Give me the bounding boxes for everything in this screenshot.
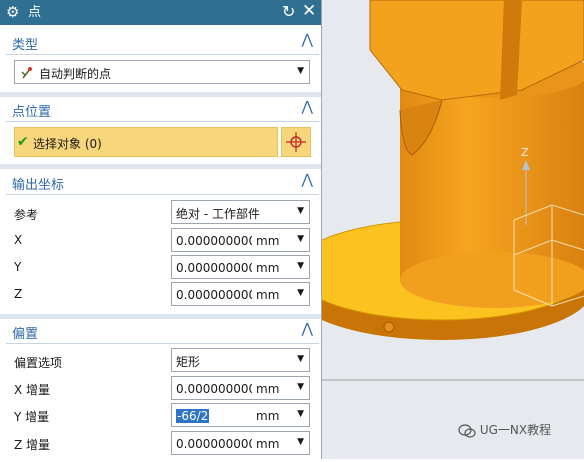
chevron-down-icon: ▼ xyxy=(297,206,304,216)
part-model: Z xyxy=(291,0,584,381)
chevron-down-icon: ▼ xyxy=(297,66,304,76)
chevron-up-icon[interactable]: ⋀ xyxy=(302,99,313,115)
reference-label: 参考 xyxy=(14,208,39,222)
type-section-header[interactable]: 类型 ⋀ xyxy=(6,30,319,54)
reference-select-value: 绝对 - 工作部件 xyxy=(176,207,260,221)
unit-label: mm xyxy=(256,261,280,275)
select-object-label: 选择对象 (0) xyxy=(33,137,102,151)
chevron-down-icon[interactable]: ▼ xyxy=(297,382,304,392)
chevron-down-icon[interactable]: ▼ xyxy=(297,288,304,298)
offset-option-select[interactable]: 矩形 ▼ xyxy=(171,348,310,372)
checkmark-icon: ✔ xyxy=(17,134,29,150)
z-axis-label: Z xyxy=(521,146,529,159)
chevron-up-icon[interactable]: ⋀ xyxy=(302,172,313,188)
x-increment-label: X 增量 xyxy=(14,383,51,397)
unit-label: mm xyxy=(256,234,280,248)
point-dialog: ⚙ 点 ↻ ✕ 类型 ⋀ 自动判断的点 ▼ 点位置 ⋀ ✔ 选择对象 (0) 输… xyxy=(0,0,322,459)
y-value: 0.0000000000 xyxy=(176,261,252,275)
inferred-point-icon xyxy=(21,67,32,79)
y-label: Y xyxy=(14,260,22,274)
chevron-up-icon[interactable]: ⋀ xyxy=(302,321,313,337)
dialog-titlebar: ⚙ 点 ↻ ✕ xyxy=(0,0,321,25)
chevron-down-icon[interactable]: ▼ xyxy=(297,234,304,244)
x-increment-value: 0.0000000000 xyxy=(176,382,252,396)
cylinder-bottom xyxy=(400,252,584,308)
y-increment-field[interactable]: -66/2 mm ▼ xyxy=(171,403,310,427)
offset-option-value: 矩形 xyxy=(176,355,201,369)
unit-label: mm xyxy=(256,288,280,302)
point-location-label: 点位置 xyxy=(12,105,52,120)
x-label: X xyxy=(14,233,23,247)
chevron-down-icon: ▼ xyxy=(297,354,304,364)
x-value: 0.0000000000 xyxy=(176,234,252,248)
reset-icon[interactable]: ↻ xyxy=(282,2,295,22)
y-increment-value: -66/2 xyxy=(176,409,210,423)
chevron-down-icon[interactable]: ▼ xyxy=(297,437,304,447)
point-location-header[interactable]: 点位置 ⋀ xyxy=(6,97,319,121)
x-field[interactable]: 0.0000000000 mm ▼ xyxy=(171,228,310,252)
point-marker xyxy=(383,321,395,333)
offset-header[interactable]: 偏置 ⋀ xyxy=(6,319,319,343)
watermark: UG一NX教程 xyxy=(458,421,551,438)
y-increment-label: Y 增量 xyxy=(14,410,50,424)
z-increment-field[interactable]: 0.0000000000 mm ▼ xyxy=(171,431,310,455)
section-separator xyxy=(0,164,321,169)
wechat-icon xyxy=(458,423,476,438)
chevron-down-icon[interactable]: ▼ xyxy=(297,409,304,419)
reference-select[interactable]: 绝对 - 工作部件 ▼ xyxy=(171,200,310,224)
chevron-down-icon[interactable]: ▼ xyxy=(297,261,304,271)
y-field[interactable]: 0.0000000000 mm ▼ xyxy=(171,255,310,279)
type-select-value: 自动判断的点 xyxy=(39,67,112,81)
output-coords-label: 输出坐标 xyxy=(12,178,65,193)
unit-label: mm xyxy=(256,409,280,423)
z-field[interactable]: 0.0000000000 mm ▼ xyxy=(171,282,310,306)
output-coords-header[interactable]: 输出坐标 ⋀ xyxy=(6,170,319,194)
cylinder-body xyxy=(400,70,584,280)
crosshair-icon xyxy=(286,132,306,152)
divider xyxy=(6,121,319,122)
offset-label: 偏置 xyxy=(12,327,39,342)
divider xyxy=(6,54,319,55)
z-increment-label: Z 增量 xyxy=(14,438,51,452)
watermark-text: UG一NX教程 xyxy=(479,423,552,437)
x-increment-field[interactable]: 0.0000000000 mm ▼ xyxy=(171,376,310,400)
z-label: Z xyxy=(14,287,23,301)
type-select[interactable]: 自动判断的点 ▼ xyxy=(14,60,310,84)
graphics-viewport[interactable]: Z xyxy=(291,0,584,459)
offset-option-label: 偏置选项 xyxy=(14,356,63,370)
select-object-row[interactable]: ✔ 选择对象 (0) xyxy=(14,127,278,157)
point-dialog-button[interactable] xyxy=(281,127,311,157)
chevron-up-icon[interactable]: ⋀ xyxy=(302,32,313,48)
divider xyxy=(6,343,319,344)
z-value: 0.0000000000 xyxy=(176,288,252,302)
dialog-title: 点 xyxy=(28,5,42,20)
gear-icon[interactable]: ⚙ xyxy=(6,3,19,21)
close-icon[interactable]: ✕ xyxy=(302,1,316,21)
unit-label: mm xyxy=(256,382,280,396)
divider xyxy=(6,194,319,195)
unit-label: mm xyxy=(256,437,280,451)
z-increment-value: 0.0000000000 xyxy=(176,437,252,451)
type-section-label: 类型 xyxy=(12,38,39,53)
